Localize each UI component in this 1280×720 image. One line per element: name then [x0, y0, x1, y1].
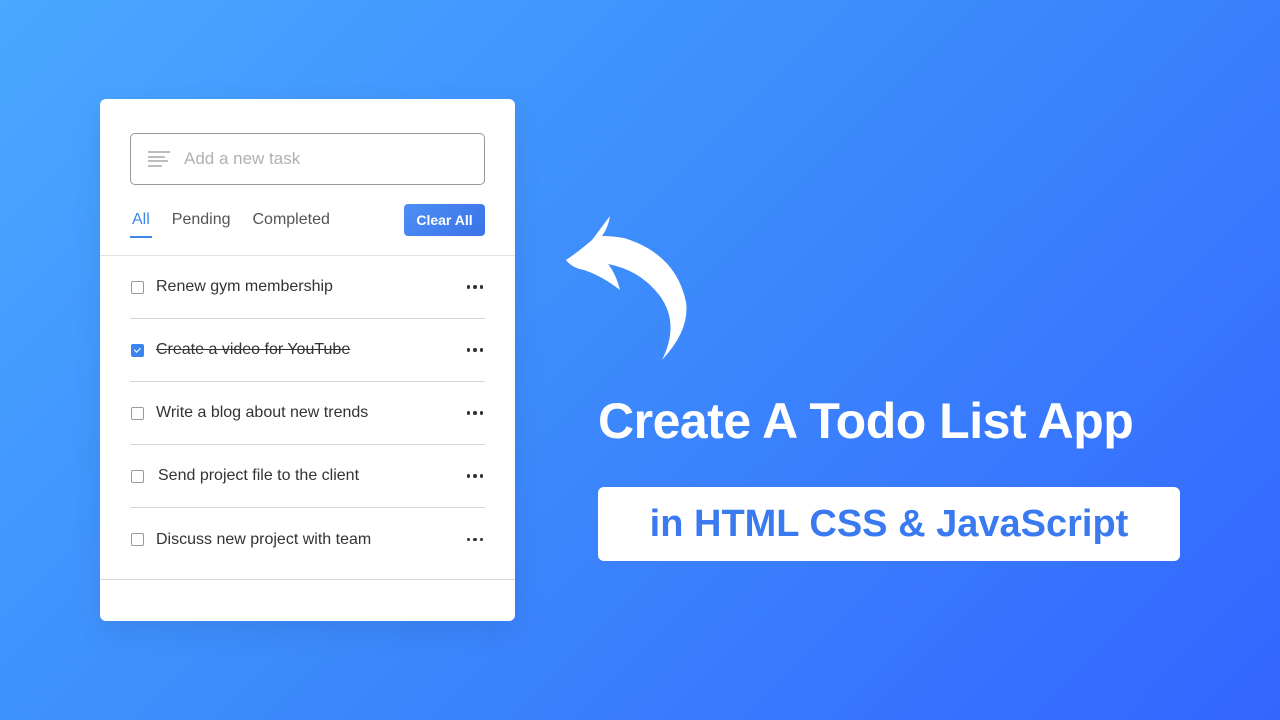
clear-all-button[interactable]: Clear All: [404, 204, 485, 236]
task-checkbox[interactable]: [131, 343, 144, 357]
task-item: Send project file to the client: [130, 445, 485, 508]
add-task-input[interactable]: [184, 149, 484, 169]
filter-tabs: All Pending Completed: [130, 209, 332, 238]
more-options-icon[interactable]: [466, 534, 483, 546]
task-list: Renew gym membership Create a video for …: [130, 256, 485, 571]
more-options-icon[interactable]: [466, 470, 483, 482]
task-item: Discuss new project with team: [130, 508, 485, 571]
task-checkbox[interactable]: [131, 533, 144, 546]
divider: [100, 579, 515, 580]
headline: Create A Todo List App: [598, 393, 1134, 449]
task-checkbox[interactable]: [131, 469, 144, 483]
controls-bar: All Pending Completed Clear All: [130, 203, 485, 238]
more-options-icon[interactable]: [466, 407, 483, 419]
more-options-icon[interactable]: [466, 344, 483, 356]
task-item: Write a blog about new trends: [130, 382, 485, 445]
task-label: Discuss new project with team: [156, 530, 372, 548]
task-checkbox[interactable]: [131, 280, 144, 294]
subtitle: in HTML CSS & JavaScript: [649, 502, 1129, 545]
tab-pending[interactable]: Pending: [170, 209, 233, 231]
more-options-icon[interactable]: [466, 281, 483, 293]
task-item: Renew gym membership: [130, 256, 485, 319]
subtitle-box: in HTML CSS & JavaScript: [598, 487, 1180, 561]
task-input-wrapper[interactable]: [130, 133, 485, 185]
text-lines-icon: [148, 151, 170, 167]
tab-all[interactable]: All: [130, 209, 152, 238]
tab-completed[interactable]: Completed: [251, 209, 332, 231]
task-label: Write a blog about new trends: [156, 404, 369, 421]
task-item: Create a video for YouTube: [130, 319, 485, 382]
task-label: Send project file to the client: [158, 467, 360, 484]
task-label: Create a video for YouTube: [156, 341, 351, 358]
curved-arrow-left-icon: [566, 216, 687, 360]
task-checkbox[interactable]: [131, 406, 144, 420]
todo-card: All Pending Completed Clear All Renew gy…: [100, 99, 515, 621]
task-label: Renew gym membership: [156, 278, 333, 295]
